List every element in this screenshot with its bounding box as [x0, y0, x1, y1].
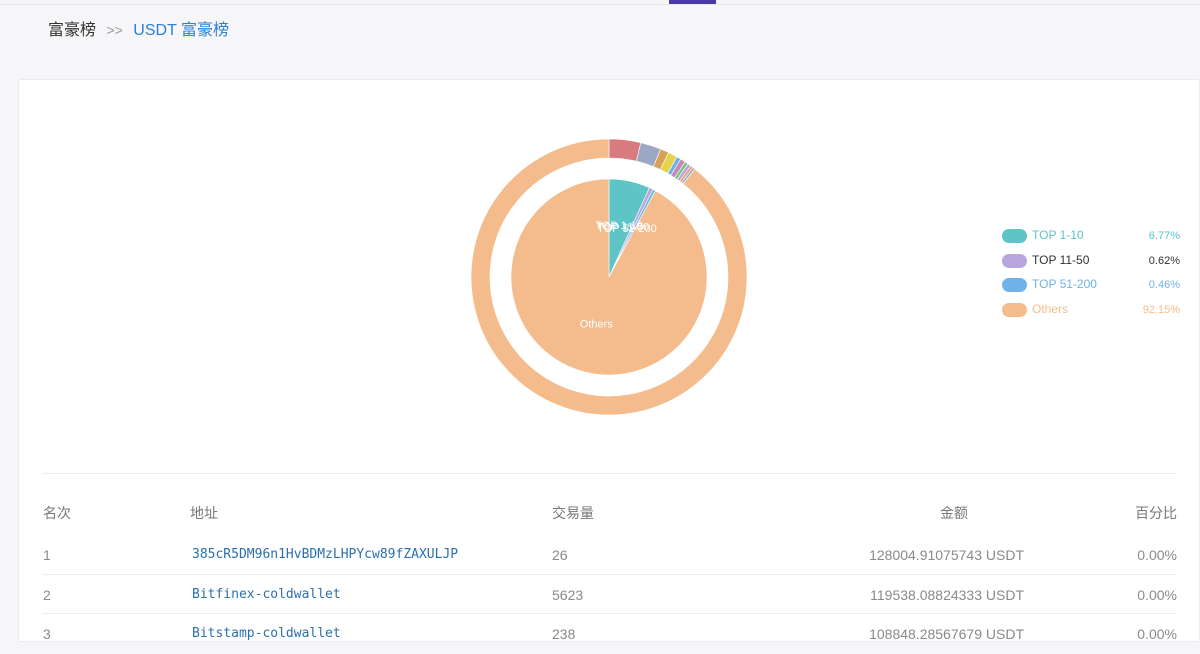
row-rank: 3	[43, 626, 51, 642]
legend-item-others[interactable]: Others 92.15%	[1002, 301, 1180, 326]
row-address-link[interactable]: 385cR5DM96n1HvBDMzLHPYcw89fZAXULJP	[192, 547, 458, 563]
row-volume: 238	[552, 626, 576, 642]
legend-label: TOP 11-50	[1032, 252, 1090, 267]
chart-legend: TOP 1-10 6.77% TOP 11-50 0.62% TOP 51-20…	[1002, 227, 1180, 325]
row-amount: 108848.28567679 USDT	[869, 626, 1024, 642]
row-rank: 2	[43, 586, 51, 603]
legend-swatch	[1002, 302, 1027, 317]
legend-value: 0.62%	[1148, 254, 1180, 267]
row-address-link[interactable]: Bitfinex-coldwallet	[192, 587, 341, 603]
header-percent: 百分比	[1135, 505, 1177, 521]
slice-label: TOP 51-200	[597, 223, 657, 235]
breadcrumb: 富豪榜 >> USDT 富豪榜	[48, 20, 229, 41]
legend-swatch	[1002, 229, 1027, 243]
row-percent: 0.00%	[1137, 547, 1177, 563]
holding-distribution-chart: TOP 1-10 TOP 11-50 TOP 51-200 Others TOP 1-…	[19, 80, 1200, 473]
legend-item-top-51-200[interactable]: TOP 51-200 0.46%	[1002, 276, 1180, 301]
top-nav-strip	[0, 0, 1200, 5]
row-amount: 119538.08824333 USDT	[870, 586, 1024, 603]
legend-label: TOP 51-200	[1032, 277, 1097, 291]
legend-value: 92.15%	[1142, 303, 1180, 316]
table-row: 1 385cR5DM96n1HvBDMzLHPYcw89fZAXULJP 26 …	[42, 535, 1177, 575]
legend-item-top-1-10[interactable]: TOP 1-10 6.77%	[1002, 227, 1180, 252]
row-percent: 0.00%	[1137, 626, 1177, 642]
legend-label: TOP 1-10	[1032, 228, 1084, 242]
row-volume: 26	[552, 547, 568, 563]
header-rank: 名次	[43, 505, 71, 521]
slice-label: Others	[580, 318, 614, 330]
row-address-link[interactable]: Bitstamp-coldwallet	[192, 626, 341, 642]
nav-active-indicator	[669, 0, 716, 4]
outer-slice-0[interactable]	[608, 138, 642, 162]
header-amount: 金额	[940, 505, 968, 521]
row-volume: 5623	[552, 586, 584, 603]
legend-value: 0.46%	[1148, 279, 1180, 291]
inner-slice-others[interactable]	[510, 178, 708, 376]
breadcrumb-separator: >>	[106, 22, 123, 38]
table-row: 2 Bitfinex-coldwallet 5623 119538.088243…	[42, 575, 1177, 614]
legend-swatch	[1002, 278, 1027, 292]
legend-value: 6.77%	[1148, 230, 1180, 242]
legend-item-top-11-50[interactable]: TOP 11-50 0.62%	[1002, 252, 1180, 277]
legend-label: Others	[1032, 301, 1069, 316]
table-row: 3 Bitstamp-coldwallet 238 108848.2856767…	[42, 614, 1177, 654]
row-rank: 1	[43, 547, 51, 563]
row-amount: 128004.91075743 USDT	[869, 547, 1024, 563]
section-divider	[42, 473, 1177, 474]
header-volume: 交易量	[552, 505, 594, 521]
row-percent: 0.00%	[1137, 586, 1177, 603]
header-address: 地址	[190, 505, 218, 521]
breadcrumb-root-link[interactable]: 富豪榜	[48, 22, 96, 39]
legend-swatch	[1002, 253, 1027, 268]
breadcrumb-current: USDT 富豪榜	[133, 22, 229, 39]
rich-list-card: TOP 1-10 TOP 11-50 TOP 51-200 Others TOP 1-…	[18, 79, 1200, 642]
table-header: 名次 地址 交易量 金额 百分比	[42, 495, 1177, 535]
rich-list-table: 名次 地址 交易量 金额 百分比 1 385cR5DM96n1HvBDMzLHP…	[42, 495, 1177, 654]
